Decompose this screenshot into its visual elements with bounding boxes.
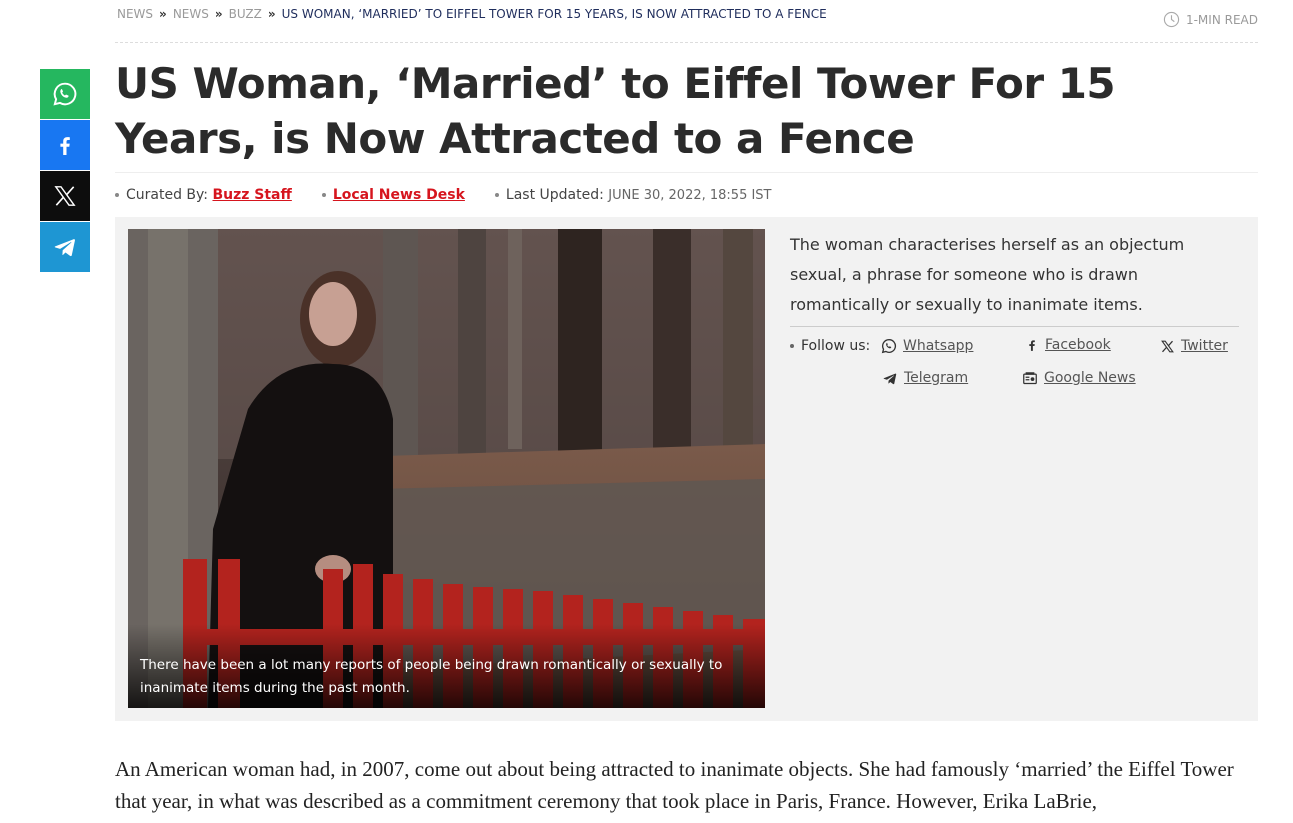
share-bar	[40, 69, 90, 273]
photo-caption: There have been a lot many reports of pe…	[128, 624, 765, 708]
byline-updated: Last Updated: JUNE 30, 2022, 18:55 IST	[494, 187, 772, 203]
follow-whatsapp-label: Whatsapp	[903, 338, 974, 354]
updated-label: Last Updated:	[505, 187, 604, 203]
breadcrumb-separator: »	[267, 7, 276, 21]
follow-facebook-label: Facebook	[1045, 337, 1111, 353]
byline-desk: Local News Desk	[321, 187, 465, 203]
breadcrumb-news-1[interactable]: NEWS	[117, 7, 153, 21]
follow-telegram-label: Telegram	[904, 370, 969, 386]
article-summary: The woman characterises herself as an ob…	[790, 235, 1185, 314]
follow-google-news-link[interactable]: Google News	[1022, 370, 1136, 386]
desk-link[interactable]: Local News Desk	[333, 187, 465, 203]
author-link[interactable]: Buzz Staff	[212, 187, 291, 203]
read-time: 1-MIN READ	[1163, 11, 1258, 28]
follow-twitter-link[interactable]: Twitter	[1160, 338, 1228, 354]
read-time-label: 1-MIN READ	[1185, 12, 1258, 27]
bullet	[790, 344, 794, 348]
whatsapp-icon	[53, 82, 77, 106]
whatsapp-icon	[881, 338, 897, 354]
share-x-button[interactable]	[40, 171, 90, 221]
follow-whatsapp-link[interactable]: Whatsapp	[881, 338, 973, 354]
follow-telegram-link[interactable]: Telegram	[882, 370, 968, 386]
follow-twitter-label: Twitter	[1181, 338, 1228, 354]
article-headline: US Woman, ‘Married’ to Eiffel Tower For …	[115, 59, 1116, 163]
share-whatsapp-button[interactable]	[40, 69, 90, 119]
facebook-icon	[1029, 340, 1035, 351]
follow-google-news-label: Google News	[1044, 370, 1136, 386]
breadcrumb-separator: »	[214, 7, 223, 21]
divider	[115, 42, 1258, 43]
x-icon	[54, 186, 76, 206]
breadcrumb-buzz[interactable]: BUZZ	[229, 7, 262, 21]
breadcrumb: NEWS » NEWS » BUZZ » US WOMAN, ‘MARRIED’…	[117, 7, 827, 21]
updated-date: JUNE 30, 2022, 18:55 IST	[608, 187, 772, 203]
bullet	[321, 193, 326, 197]
article-paragraph: An American woman had, in 2007, come out…	[115, 757, 1234, 813]
curated-label: Curated By:	[126, 187, 209, 203]
byline: Curated By: Buzz Staff Local News Desk L…	[115, 187, 802, 203]
bullet	[494, 193, 499, 197]
breadcrumb-current: US WOMAN, ‘MARRIED’ TO EIFFEL TOWER FOR …	[281, 7, 827, 21]
follow-us-label-wrap: Follow us:	[790, 338, 870, 354]
share-telegram-button[interactable]	[40, 222, 90, 272]
article-photo[interactable]: There have been a lot many reports of pe…	[128, 229, 765, 708]
divider	[790, 326, 1239, 327]
bullet	[115, 193, 119, 197]
telegram-icon	[54, 239, 75, 257]
facebook-icon	[60, 137, 70, 155]
share-facebook-button[interactable]	[40, 120, 90, 170]
divider	[115, 172, 1258, 173]
follow-facebook-link[interactable]: Facebook	[1025, 337, 1111, 353]
google-news-icon	[1023, 371, 1037, 384]
article-media: There have been a lot many reports of pe…	[115, 217, 1258, 721]
follow-us-label: Follow us:	[801, 338, 871, 354]
breadcrumb-news-2[interactable]: NEWS	[173, 7, 209, 21]
breadcrumb-separator: »	[159, 7, 167, 21]
telegram-icon	[883, 373, 897, 384]
byline-curated: Curated By: Buzz Staff	[115, 187, 292, 203]
x-icon	[1161, 340, 1174, 352]
clock-icon	[1163, 11, 1180, 28]
